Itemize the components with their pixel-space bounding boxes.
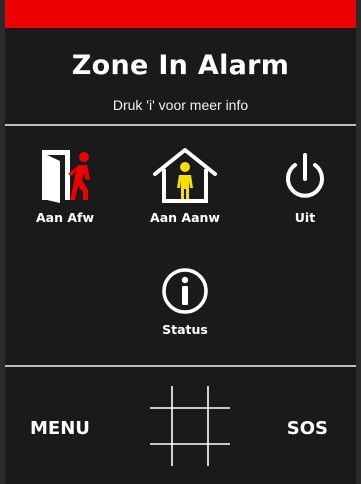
info-icon [162, 268, 208, 314]
arm-home-button[interactable]: Aan Aanw [136, 146, 234, 225]
power-icon [286, 153, 324, 198]
keypad-grid-icon[interactable] [150, 386, 230, 466]
house-person-icon [153, 148, 217, 203]
disarm-label: Uit [294, 210, 316, 225]
status-button[interactable]: Status [145, 266, 225, 337]
info-hint: Druk 'i' voor meer info [112, 97, 249, 113]
status-label: Status [162, 322, 208, 337]
alarm-status-bar [5, 0, 356, 28]
arm-away-button[interactable]: Aan Afw [27, 146, 103, 225]
sos-button[interactable]: SOS [287, 418, 328, 439]
door-walking-person-icon [42, 150, 90, 203]
divider-top [5, 124, 356, 126]
divider-bottom [5, 365, 356, 367]
page-title: Zone In Alarm [71, 50, 290, 81]
arm-home-label: Aan Aanw [150, 210, 220, 225]
arm-away-label: Aan Afw [35, 210, 95, 225]
disarm-button[interactable]: Uit [273, 146, 337, 225]
alarm-panel-screen: Zone In Alarm Druk 'i' voor meer info Aa… [0, 0, 361, 484]
menu-button[interactable]: MENU [30, 418, 90, 439]
header: Zone In Alarm Druk 'i' voor meer info [5, 28, 356, 124]
